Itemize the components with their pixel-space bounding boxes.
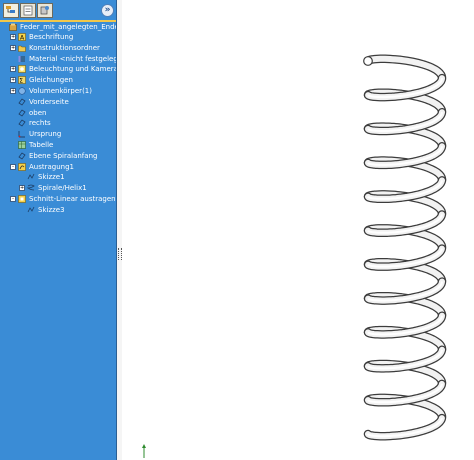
tree-item-label: Volumenkörper(1) [29, 87, 92, 95]
expand-icon[interactable]: + [10, 88, 16, 94]
plane-icon [18, 109, 26, 117]
svg-text:Σ: Σ [19, 77, 23, 84]
solid-bodies-icon [18, 87, 26, 95]
feature-manager-tree: » Feder_mit_angelegten_Enden2 + A Beschrift… [0, 0, 117, 460]
tree-item-16[interactable]: Skizze3 [0, 205, 116, 215]
tree-item-label: Tabelle [29, 141, 54, 149]
tree-item-6[interactable]: Vorderseite [0, 97, 116, 107]
table-icon [18, 141, 26, 149]
tree-item-11[interactable]: Ebene Spiralanfang [0, 151, 116, 161]
tree-item-14[interactable]: + Spirale/Helix1 [0, 183, 116, 193]
tree-item-label: Material <nicht festgelegt> [29, 55, 117, 63]
tree-item-4[interactable]: + Σ Gleichungen [0, 75, 116, 85]
tree-item-0[interactable]: + A Beschriftung [0, 32, 116, 42]
tree-item-label: Austragung1 [29, 163, 74, 171]
expand-icon[interactable]: + [10, 45, 16, 51]
lights-icon [18, 65, 26, 73]
tree-item-label: Feder_mit_angelegten_Enden2 [20, 23, 117, 31]
spring-end-face [363, 56, 373, 66]
material-icon [18, 55, 26, 63]
folder-icon [18, 44, 26, 52]
tree-item-label: Gleichungen [29, 76, 73, 84]
tree-item-label: Vorderseite [29, 98, 69, 106]
tab-strip: » [0, 0, 116, 22]
spring-model [363, 54, 447, 441]
tree-item-root[interactable]: Feder_mit_angelegten_Enden2 [0, 22, 117, 32]
annotation-icon: A [18, 33, 26, 42]
tree-item-label: rechts [29, 119, 51, 127]
expand-icon[interactable]: + [19, 185, 25, 191]
tree-item-1[interactable]: + Konstruktionsordner [0, 43, 116, 53]
tree-icon [6, 6, 15, 13]
tree-item-label: Skizze1 [38, 173, 65, 181]
feature-manager-tab[interactable] [3, 3, 19, 18]
root-part-icon [9, 23, 17, 31]
tree-item-10[interactable]: Tabelle [0, 140, 116, 150]
tree-item-label: Ebene Spiralanfang [29, 152, 98, 160]
tree-item-2[interactable]: Material <nicht festgelegt> [0, 54, 117, 64]
tree-item-label: Konstruktionsordner [29, 44, 100, 52]
property-manager-tab[interactable] [20, 3, 36, 18]
tree-item-label: Spirale/Helix1 [38, 184, 87, 192]
tree-item-12[interactable]: - Austragung1 [0, 162, 116, 172]
sketch-icon [27, 173, 35, 181]
configuration-icon [40, 6, 49, 15]
expand-icon[interactable]: + [10, 77, 16, 83]
plane-icon [18, 119, 26, 127]
tree-item-5[interactable]: + Volumenkörper(1) [0, 86, 116, 96]
configuration-manager-tab[interactable] [37, 3, 53, 18]
tree-item-15[interactable]: - Schnitt-Linear austragen1 [0, 194, 117, 204]
tree-item-8[interactable]: rechts [0, 118, 116, 128]
tree-item-label: Ursprung [29, 130, 62, 138]
tree-item-label: oben [29, 109, 47, 117]
tree-item-label: Skizze3 [38, 206, 65, 214]
equations-icon: Σ [18, 76, 26, 84]
tree-item-label: Beleuchtung und Kameras [29, 65, 117, 73]
plane-icon [18, 152, 26, 160]
expand-panel-button[interactable]: » [101, 4, 114, 17]
sweep-icon [18, 163, 26, 171]
tree-item-9[interactable]: Ursprung [0, 129, 116, 139]
tree-item-13[interactable]: Skizze1 [0, 172, 116, 182]
tree-item-label: Schnitt-Linear austragen1 [29, 195, 117, 203]
plane-icon [18, 98, 26, 106]
origin-triad-icon [142, 444, 146, 458]
sketch-icon [27, 206, 35, 214]
collapse-icon[interactable]: - [10, 196, 16, 202]
collapse-icon[interactable]: - [10, 164, 16, 170]
tree-item-label: Beschriftung [29, 33, 74, 41]
tree-item-7[interactable]: oben [0, 108, 116, 118]
expand-icon[interactable]: + [10, 34, 16, 40]
expand-icon[interactable]: + [10, 66, 16, 72]
helix-icon [26, 184, 35, 192]
origin-icon [18, 130, 26, 138]
cut-extrude-icon [18, 195, 26, 203]
properties-icon [23, 5, 33, 16]
graphics-viewport[interactable] [122, 0, 474, 460]
tree-item-3[interactable]: + Beleuchtung und Kameras [0, 64, 117, 74]
